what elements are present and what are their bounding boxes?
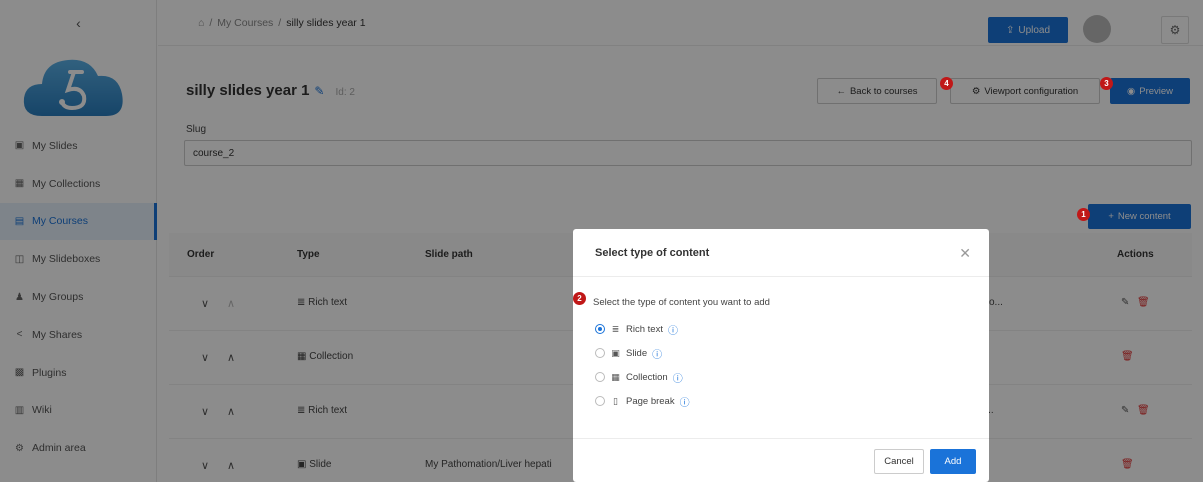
option-rich-text[interactable]: ≣ Rich text ⓘ	[595, 317, 690, 341]
rich-text-icon: ≣	[611, 323, 620, 334]
help-icon[interactable]: ⓘ	[680, 394, 690, 409]
slide-icon: ▣	[611, 347, 620, 358]
close-icon[interactable]: ✕	[959, 245, 971, 262]
modal-header: Select type of content ✕	[573, 229, 989, 277]
option-label: Page break	[626, 395, 675, 407]
modal-title: Select type of content	[595, 246, 710, 259]
step-marker-4: 4	[940, 77, 953, 90]
option-page-break[interactable]: ▯ Page break ⓘ	[595, 389, 690, 413]
add-button[interactable]: Add	[930, 449, 976, 474]
option-label: Collection	[626, 371, 668, 383]
radio-selected[interactable]	[595, 324, 605, 334]
radio-unselected[interactable]	[595, 348, 605, 358]
help-icon[interactable]: ⓘ	[668, 322, 678, 337]
radio-unselected[interactable]	[595, 372, 605, 382]
content-type-options: ≣ Rich text ⓘ ▣ Slide ⓘ ▦ Collection ⓘ ▯…	[595, 317, 690, 413]
option-label: Rich text	[626, 323, 663, 335]
step-marker-1: 1	[1077, 208, 1090, 221]
page-break-icon: ▯	[613, 395, 618, 406]
help-icon[interactable]: ⓘ	[673, 370, 683, 385]
step-marker-2: 2	[573, 292, 586, 305]
modal-prompt: Select the type of content you want to a…	[593, 297, 770, 308]
help-icon[interactable]: ⓘ	[652, 346, 662, 361]
option-label: Slide	[626, 347, 648, 359]
option-slide[interactable]: ▣ Slide ⓘ	[595, 341, 690, 365]
select-content-type-modal: Select type of content ✕ Select the type…	[573, 229, 989, 482]
step-marker-3: 3	[1100, 77, 1113, 90]
option-collection[interactable]: ▦ Collection ⓘ	[595, 365, 690, 389]
radio-unselected[interactable]	[595, 396, 605, 406]
modal-footer: Cancel Add	[573, 438, 989, 482]
collection-icon: ▦	[611, 371, 620, 382]
cancel-button[interactable]: Cancel	[874, 449, 924, 474]
